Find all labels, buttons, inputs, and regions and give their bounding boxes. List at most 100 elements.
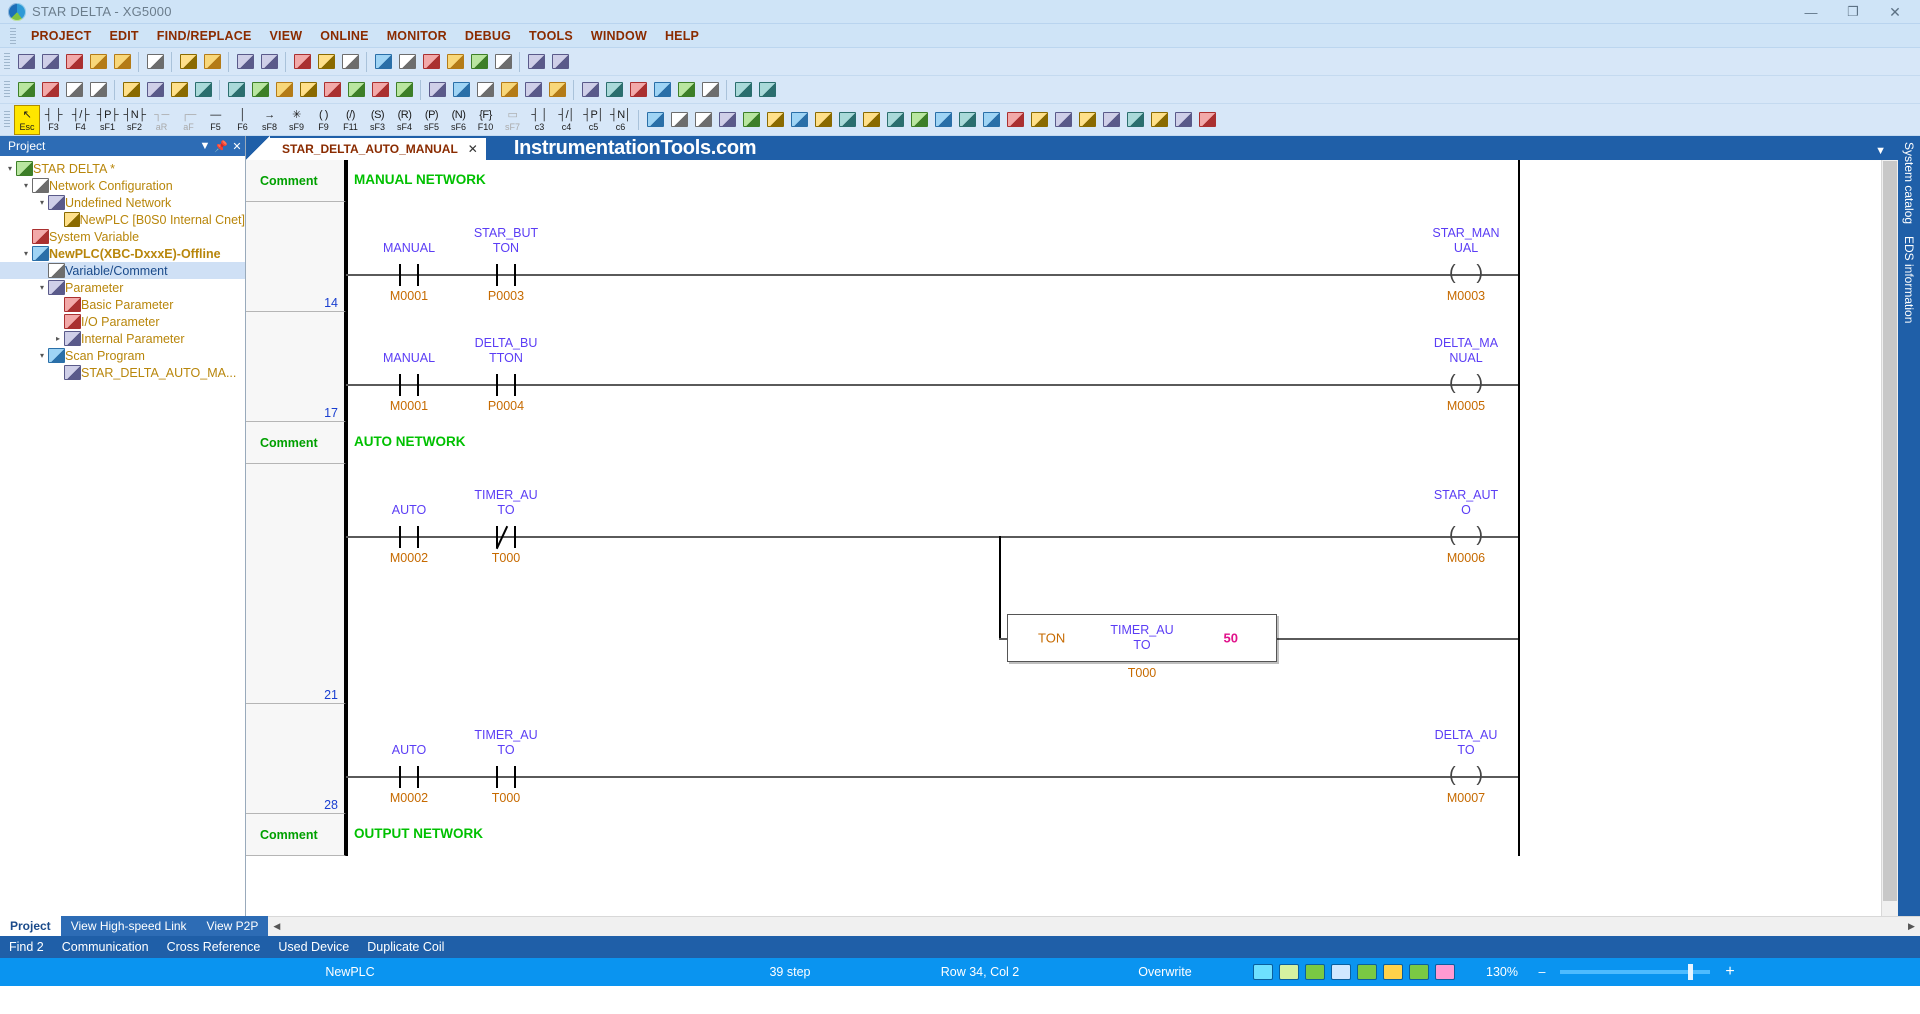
next-arrow-icon[interactable] (756, 79, 778, 101)
sys-monitor-icon[interactable] (321, 79, 343, 101)
positive-coil-tool[interactable]: (P) sF5 (418, 105, 445, 135)
no-contact-tool[interactable]: ┤ ├ F3 (40, 105, 67, 135)
prev-arrow-icon[interactable] (732, 79, 754, 101)
falling-edge-tool[interactable]: ┌─ aF (175, 105, 202, 135)
inverted-coil-tool[interactable]: (/) F11 (337, 105, 364, 135)
stop-icon[interactable] (39, 79, 61, 101)
check-m-icon[interactable] (860, 109, 882, 131)
help-question-icon[interactable] (291, 51, 313, 73)
editor-tab[interactable]: STAR_DELTA_AUTO_MANUAL ✕ (270, 138, 486, 160)
menu-item-help[interactable]: HELP (656, 27, 708, 45)
bottom-tab-project[interactable]: Project (0, 916, 61, 936)
compare-n-tool[interactable]: ┤N│ c6 (607, 105, 634, 135)
nc-contact-tool[interactable]: ┤/├ F4 (67, 105, 94, 135)
horizontal-scrollbar[interactable]: ◀ ▶ (268, 916, 1920, 936)
view-grid-icon[interactable] (692, 109, 714, 131)
tree-item-i-o-parameter[interactable]: I/O Parameter (0, 313, 245, 330)
device-table-icon[interactable] (836, 109, 858, 131)
tag1-icon[interactable] (1124, 109, 1146, 131)
compare-ncontact-tool[interactable]: ┤/│ c4 (553, 105, 580, 135)
contact-no-M0001[interactable] (399, 374, 419, 396)
compare-contact-tool[interactable]: ┤ │ c3 (526, 105, 553, 135)
paste-sm-icon[interactable] (644, 109, 666, 131)
tree-twisty-icon[interactable]: ▾ (20, 181, 32, 190)
lock-icon[interactable] (1253, 964, 1273, 980)
result-tab-duplicate-coil[interactable]: Duplicate Coil (358, 940, 453, 954)
tree-twisty-icon[interactable]: ▾ (36, 283, 48, 292)
trend-monitor-icon[interactable] (369, 79, 391, 101)
minimize-button[interactable]: — (1790, 0, 1832, 24)
restore-button[interactable]: ❐ (1832, 0, 1874, 24)
reset-coil-tool[interactable]: (R) sF4 (391, 105, 418, 135)
contact-no-T000[interactable] (496, 766, 516, 788)
redo-icon[interactable] (396, 51, 418, 73)
ladder-canvas[interactable]: Comment 14 17 Comment 21 28 Comment MANUAL NETW… (246, 160, 1881, 916)
target-icon[interactable] (258, 51, 280, 73)
tree-twisty-icon[interactable]: ▾ (36, 198, 48, 207)
vc-device-icon[interactable] (1409, 964, 1429, 980)
view-large-icon[interactable] (740, 109, 762, 131)
tree-item-newplc-b0s0-internal-cnet[interactable]: NewPLC [B0S0 Internal Cnet] (0, 211, 245, 228)
function-block-tool[interactable]: {F} F10 (472, 105, 499, 135)
menu-item-find-replace[interactable]: FIND/REPLACE (148, 27, 261, 45)
iv-device-icon[interactable] (1357, 964, 1377, 980)
network-node-icon[interactable] (525, 51, 547, 73)
dc-device-icon[interactable] (1383, 964, 1403, 980)
menu-item-tools[interactable]: TOOLS (520, 27, 582, 45)
menu-item-debug[interactable]: DEBUG (456, 27, 520, 45)
positive-pulse-contact-tool[interactable]: ┤P├ sF1 (94, 105, 121, 135)
new-file-icon[interactable] (15, 51, 37, 73)
select-tool[interactable]: ↖ Esc (14, 104, 40, 135)
print-setup-icon[interactable] (201, 51, 223, 73)
tag2-icon[interactable] (1148, 109, 1170, 131)
fb-lib-icon[interactable] (788, 109, 810, 131)
coil-M0007[interactable]: () (1449, 765, 1483, 787)
help1-icon[interactable] (1076, 109, 1098, 131)
write-plc-icon[interactable] (144, 79, 166, 101)
tree-twisty-icon[interactable]: ▾ (36, 351, 48, 360)
close-icon[interactable]: ✕ (229, 140, 245, 153)
check-p-icon[interactable] (908, 109, 930, 131)
step-over-icon[interactable] (498, 79, 520, 101)
result-tab-communication[interactable]: Communication (53, 940, 158, 954)
monitor-start-icon[interactable] (225, 79, 247, 101)
cut-icon[interactable] (420, 51, 442, 73)
view-detail-icon[interactable] (716, 109, 738, 131)
negative-coil-tool[interactable]: (N) sF6 (445, 105, 472, 135)
coil-M0006[interactable]: () (1449, 525, 1483, 547)
bottom-tab-view-high-speed-link[interactable]: View High-speed Link (61, 916, 197, 936)
zoom-in-button[interactable]: + (1718, 963, 1742, 981)
result-tab-used-device[interactable]: Used Device (269, 940, 358, 954)
compare-p-tool[interactable]: ┤P│ c5 (580, 105, 607, 135)
tree-item-star-delta[interactable]: ▾ STAR DELTA * (0, 160, 245, 177)
save-as-icon[interactable] (63, 51, 85, 73)
close-x-icon[interactable] (393, 79, 415, 101)
bookmark-icon[interactable] (699, 79, 721, 101)
view-fn-icon[interactable] (764, 109, 786, 131)
zoom-out-button[interactable]: – (1532, 965, 1552, 979)
rising-edge-tool[interactable]: ┐─ aR (148, 105, 175, 135)
doc-icon[interactable] (1028, 109, 1050, 131)
menu-item-view[interactable]: VIEW (261, 27, 312, 45)
delete-line-tool[interactable]: ✳ sF9 (283, 105, 310, 135)
menu-item-project[interactable]: PROJECT (22, 27, 100, 45)
zoom-slider[interactable] (1560, 964, 1710, 980)
contact-no-M0002[interactable] (399, 526, 419, 548)
tree-item-variable-comment[interactable]: Variable/Comment (0, 262, 245, 279)
monitor-stop-icon[interactable] (273, 79, 295, 101)
open-folder-icon[interactable] (39, 51, 61, 73)
menu-item-window[interactable]: WINDOW (582, 27, 656, 45)
contact-no-M0002[interactable] (399, 766, 419, 788)
copy-icon[interactable] (444, 51, 466, 73)
find-next-icon[interactable] (603, 79, 625, 101)
undo-icon[interactable] (372, 51, 394, 73)
step-out-icon[interactable] (546, 79, 568, 101)
tree-item-internal-parameter[interactable]: ▸ Internal Parameter (0, 330, 245, 347)
print-preview-icon[interactable] (177, 51, 199, 73)
tree-item-system-variable[interactable]: System Variable (0, 228, 245, 245)
scroll-right-icon[interactable]: ▶ (1903, 921, 1920, 932)
dock-tab-eds-information[interactable]: EDS information (1902, 236, 1916, 323)
tree-item-basic-parameter[interactable]: Basic Parameter (0, 296, 245, 313)
tag3-icon[interactable] (1172, 109, 1194, 131)
menu-item-edit[interactable]: EDIT (100, 27, 147, 45)
